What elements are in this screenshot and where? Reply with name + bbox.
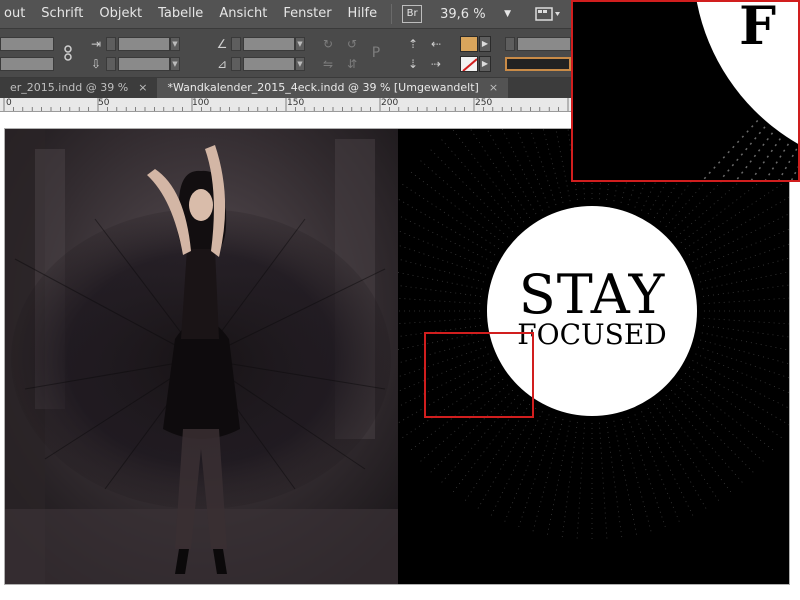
rotate-ccw-icon[interactable]: ↺ — [344, 36, 360, 52]
menu-hilfe[interactable]: Hilfe — [340, 0, 386, 28]
stroke-weight-stepper[interactable] — [505, 37, 515, 51]
stroke-weight-field[interactable] — [517, 37, 571, 51]
inset-letter: F — [739, 0, 776, 57]
height-field[interactable] — [0, 57, 54, 71]
ruler-label: 100 — [192, 98, 210, 108]
menu-schrift[interactable]: Schrift — [33, 0, 91, 28]
rotate-cw-icon[interactable]: ↻ — [320, 36, 336, 52]
flip-vertical-icon[interactable]: ⇵ — [344, 56, 360, 72]
menu-fenster[interactable]: Fenster — [275, 0, 339, 28]
tab-kalender-2015[interactable]: er_2015.indd @ 39 % × — [0, 78, 157, 98]
tab-label: *Wandkalender_2015_4eck.indd @ 39 % [Umg… — [167, 81, 479, 94]
stroke-swatch-menu-icon[interactable]: ▶ — [479, 56, 491, 72]
zoom-level[interactable]: 39,6 % — [440, 7, 500, 22]
rotate-field[interactable] — [243, 37, 295, 51]
zoom-inset: F — [571, 0, 800, 182]
zoom-dropdown-icon[interactable]: ▼ — [504, 9, 511, 19]
rotate-dropdown[interactable]: ▼ — [295, 37, 305, 51]
ruler-label: 50 — [98, 98, 110, 108]
scale-y-icon: ⇩ — [90, 57, 102, 71]
stroke-type-selector[interactable] — [505, 57, 571, 71]
close-icon[interactable]: × — [489, 78, 498, 98]
stroke-swatch[interactable] — [460, 56, 478, 72]
rotate-angle-icon: ∠ — [216, 37, 228, 51]
select-previous-icon[interactable]: ⇠ — [428, 36, 444, 52]
shear-field[interactable] — [243, 57, 295, 71]
ruler-label: 200 — [381, 98, 399, 108]
scale-x-field[interactable] — [118, 37, 170, 51]
menu-layout[interactable]: out — [0, 0, 33, 28]
shear-stepper[interactable] — [231, 57, 241, 71]
scale-x-icon: ⇥ — [90, 37, 102, 51]
scale-y-field[interactable] — [118, 57, 170, 71]
scale-y-dropdown[interactable]: ▼ — [170, 57, 180, 71]
rotate-stepper[interactable] — [231, 37, 241, 51]
headline-stay[interactable]: STAY — [487, 266, 697, 324]
select-container-icon[interactable]: ⇡ — [405, 36, 421, 52]
menu-objekt[interactable]: Objekt — [91, 0, 150, 28]
scale-y-stepper[interactable] — [106, 57, 116, 71]
ruler-label: 0 — [6, 98, 12, 108]
scale-x-stepper[interactable] — [106, 37, 116, 51]
fill-swatch-menu-icon[interactable]: ▶ — [479, 36, 491, 52]
select-content-icon[interactable]: ⇣ — [405, 56, 421, 72]
shear-dropdown[interactable]: ▼ — [295, 57, 305, 71]
menu-separator — [391, 4, 393, 24]
select-next-icon[interactable]: ⇢ — [428, 56, 444, 72]
scale-x-dropdown[interactable]: ▼ — [170, 37, 180, 51]
shear-angle-icon: ⊿ — [216, 57, 228, 71]
menu-tabelle[interactable]: Tabelle — [150, 0, 211, 28]
menu-ansicht[interactable]: Ansicht — [211, 0, 275, 28]
ruler-label: 150 — [287, 98, 305, 108]
ruler-label: 250 — [475, 98, 493, 108]
indesign-window: out Schrift Objekt Tabelle Ansicht Fenst… — [0, 0, 800, 600]
tab-wandkalender-4eck[interactable]: *Wandkalender_2015_4eck.indd @ 39 % [Umg… — [157, 78, 509, 98]
flip-horizontal-icon[interactable]: ⇋ — [320, 56, 336, 72]
tab-label: er_2015.indd @ 39 % — [10, 81, 129, 94]
close-icon[interactable]: × — [138, 78, 147, 98]
fill-swatch[interactable] — [460, 36, 478, 52]
dancer-photo[interactable] — [5, 129, 398, 584]
bridge-button[interactable]: Br — [402, 5, 423, 23]
zoom-selection-box — [424, 332, 534, 418]
flip-state-icon: P — [371, 45, 381, 61]
link-chain-icon[interactable] — [60, 45, 76, 61]
screen-mode-icon[interactable] — [535, 5, 563, 23]
width-field[interactable] — [0, 37, 54, 51]
